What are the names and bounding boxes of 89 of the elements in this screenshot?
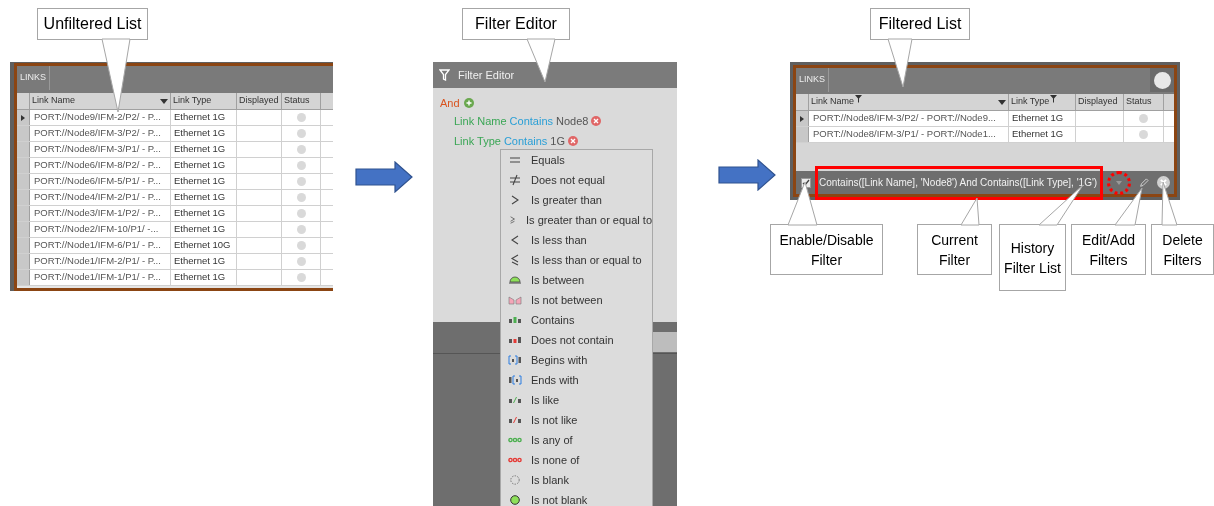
callout-pointer — [886, 37, 914, 89]
right-arrow-icon — [718, 159, 776, 191]
column-header[interactable]: Link Name — [809, 94, 1009, 110]
operator-icon — [508, 494, 522, 506]
table-cell: Ethernet 1G — [171, 158, 237, 173]
table-cell: PORT://Node6/IFM-8/P2/ - P... — [30, 158, 171, 173]
menu-item[interactable]: Is less than — [501, 230, 652, 250]
table-cell: PORT://Node1/IFM-6/P1/ - P... — [30, 238, 171, 253]
caret-icon[interactable] — [998, 99, 1006, 105]
table-cell: PORT://Node8/IFM-3/P1/ - P... — [30, 142, 171, 157]
menu-item[interactable]: Ends with — [501, 370, 652, 390]
table-cell: PORT://Node8/IFM-3/P1/ - PORT://Node1... — [809, 127, 1009, 142]
funnel-icon — [439, 69, 450, 81]
remove-icon[interactable] — [591, 116, 602, 126]
table-cell: Ethernet 1G — [1009, 127, 1076, 142]
operator-icon — [508, 294, 522, 306]
table-cell: PORT://Node8/IFM-3/P2/ - P... — [30, 126, 171, 141]
table-cell: Ethernet 1G — [171, 222, 237, 237]
menu-item[interactable]: Is like — [501, 390, 652, 410]
callout-label: Current Filter — [917, 224, 992, 275]
column-header[interactable]: Link Type — [171, 93, 237, 109]
menu-item[interactable]: Does not equal — [501, 170, 652, 190]
menu-item[interactable]: Is not between — [501, 290, 652, 310]
add-icon[interactable] — [463, 98, 474, 108]
callout-pointer — [525, 37, 557, 84]
operator-icon — [508, 154, 522, 166]
table-cell: PORT://Node1/IFM-2/P1/ - P... — [30, 254, 171, 269]
column-header[interactable]: Status — [1124, 94, 1164, 110]
panel-title: Filter Editor — [458, 67, 515, 83]
menu-item[interactable]: Does not contain — [501, 330, 652, 350]
table-cell: Ethernet 1G — [1009, 111, 1076, 126]
menu-item[interactable]: Is greater than — [501, 190, 652, 210]
condition-value[interactable]: 1G — [550, 132, 565, 150]
menu-item[interactable]: Is not blank — [501, 490, 652, 506]
table-cell: PORT://Node8/IFM-3/P2/ - PORT://Node9... — [809, 111, 1009, 126]
column-header[interactable]: Displayed — [237, 93, 282, 109]
menu-item[interactable]: Equals — [501, 150, 652, 170]
callout-label: Unfiltered List — [37, 8, 148, 40]
table-cell: PORT://Node4/IFM-2/P1/ - P... — [30, 190, 171, 205]
callout-label: Delete Filters — [1151, 224, 1214, 275]
menu-item[interactable]: Begins with — [501, 350, 652, 370]
operator-icon — [508, 274, 522, 286]
table-cell: Ethernet 1G — [171, 110, 237, 125]
table-cell: Ethernet 1G — [171, 270, 237, 285]
table-cell: Ethernet 1G — [171, 206, 237, 221]
table-cell: PORT://Node1/IFM-1/P1/ - P... — [30, 270, 171, 285]
menu-item[interactable]: Is less than or equal to — [501, 250, 652, 270]
row-indicator[interactable] — [17, 110, 30, 125]
table-cell: Ethernet 10G — [171, 238, 237, 253]
remove-icon[interactable] — [568, 136, 578, 146]
menu-item[interactable]: Is greater than or equal to — [501, 210, 652, 230]
menu-item[interactable]: Is none of — [501, 450, 652, 470]
table-cell: Ethernet 1G — [171, 126, 237, 141]
row-pointer-icon — [800, 115, 804, 122]
table-cell: Ethernet 1G — [171, 174, 237, 189]
table-cell: Ethernet 1G — [171, 142, 237, 157]
operator-icon — [508, 314, 522, 326]
menu-item[interactable]: Is any of — [501, 430, 652, 450]
callout-pointer — [959, 196, 981, 227]
operator-icon — [508, 214, 518, 226]
table-cell: Ethernet 1G — [171, 254, 237, 269]
menu-item[interactable]: Is not like — [501, 410, 652, 430]
operator-icon — [508, 334, 522, 346]
table-cell: PORT://Node6/IFM-5/P1/ - P... — [30, 174, 171, 189]
callout-label: History Filter List — [999, 224, 1066, 291]
menu-item[interactable]: Is blank — [501, 470, 652, 490]
column-header[interactable]: Displayed — [1076, 94, 1124, 110]
callout-pointer — [1160, 180, 1179, 227]
table-cell: PORT://Node3/IFM-1/P2/ - P... — [30, 206, 171, 221]
table-cell: Ethernet 1G — [171, 190, 237, 205]
operator-icon — [508, 394, 522, 406]
table-cell: PORT://Node2/IFM-10/P1/ -... — [30, 222, 171, 237]
callout-pointer — [1113, 186, 1144, 227]
pencil-icon[interactable] — [1139, 176, 1149, 189]
menu-item[interactable]: Is between — [501, 270, 652, 290]
row-indicator[interactable] — [796, 111, 809, 126]
operator-icon — [508, 354, 522, 366]
column-header[interactable]: Status — [282, 93, 321, 109]
column-header[interactable]: Link Type — [1009, 94, 1076, 110]
callout-pointer — [786, 180, 819, 227]
operator-icon — [508, 174, 522, 186]
row-pointer-icon — [21, 114, 25, 121]
condition-value[interactable]: Node8 — [556, 112, 589, 130]
caret-icon[interactable] — [160, 98, 168, 104]
right-arrow-icon — [355, 161, 413, 193]
operator-icon — [508, 414, 522, 426]
menu-item[interactable]: Contains — [501, 310, 652, 330]
operator-icon — [508, 474, 522, 486]
operator-icon — [508, 374, 522, 386]
